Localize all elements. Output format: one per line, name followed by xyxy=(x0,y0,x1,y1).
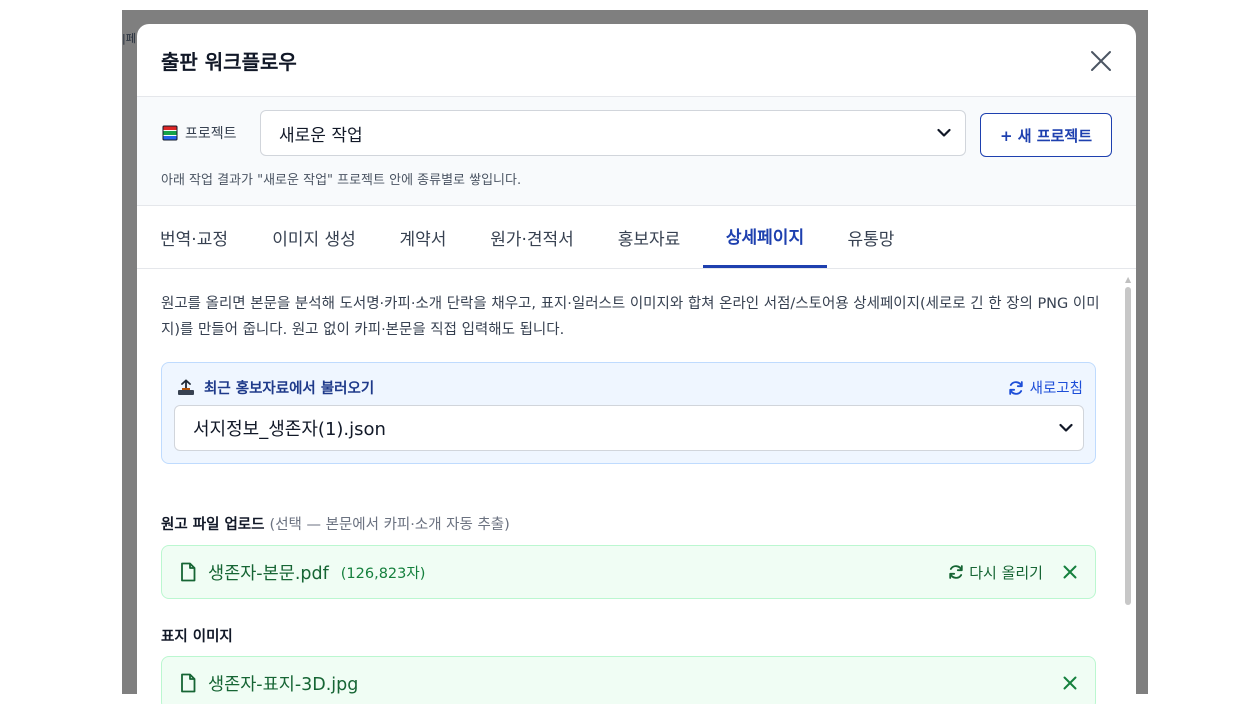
dialog-title: 출판 워크플로우 xyxy=(161,50,297,74)
close-icon xyxy=(1091,51,1111,71)
tab-promotion[interactable]: 홍보자료 xyxy=(611,206,687,268)
upload-tray-icon xyxy=(178,378,194,395)
cover-file-row: 생존자-표지-3D.jpg xyxy=(161,656,1096,704)
refresh-icon xyxy=(949,565,963,579)
tab-distribution[interactable]: 유통망 xyxy=(841,206,901,268)
promo-json-select-value: 서지정보_생존자(1).json xyxy=(193,419,386,440)
remove-cover-button[interactable] xyxy=(1063,676,1077,690)
scroll-up-arrow-icon[interactable]: ▲ xyxy=(1125,275,1131,284)
manuscript-file-row: 생존자-본문.pdf (126,823자) 다시 올리기 xyxy=(161,545,1096,599)
close-icon xyxy=(1063,676,1077,690)
tab-contract[interactable]: 계약서 xyxy=(393,206,453,268)
project-label-text: 프로젝트 xyxy=(185,126,237,142)
manuscript-char-count: (126,823자) xyxy=(340,565,426,582)
reupload-label: 다시 올리기 xyxy=(969,563,1043,582)
book-stack-icon xyxy=(162,125,178,141)
tab-translation[interactable]: 번역·교정 xyxy=(155,206,233,268)
project-bar: 프로젝트 새로운 작업 + 새 프로젝트 아래 작업 결과가 "새로운 작업" … xyxy=(137,97,1136,206)
remove-manuscript-button[interactable] xyxy=(1063,565,1077,579)
load-recent-title-text: 최근 홍보자료에서 불러오기 xyxy=(204,381,375,397)
cover-file-name: 생존자-표지-3D.jpg xyxy=(208,674,359,695)
load-recent-title: 최근 홍보자료에서 불러오기 xyxy=(176,377,374,398)
tab-image-generation[interactable]: 이미지 생성 xyxy=(265,206,363,268)
manuscript-upload-sublabel: (선택 — 본문에서 카피·소개 자동 추출) xyxy=(269,517,510,533)
tab-detail-page[interactable]: 상세페이지 xyxy=(703,206,827,268)
dialog-header: 출판 워크플로우 xyxy=(137,24,1136,97)
file-icon xyxy=(181,562,196,582)
background-text: |페 xyxy=(122,32,136,45)
load-recent-promo-box: 최근 홍보자료에서 불러오기 새로고침 서지정보_생존자(1).json xyxy=(161,362,1096,464)
manuscript-file-name: 생존자-본문.pdf xyxy=(208,563,329,584)
promo-json-select[interactable]: 서지정보_생존자(1).json xyxy=(174,405,1084,451)
manuscript-upload-label: 원고 파일 업로드 (선택 — 본문에서 카피·소개 자동 추출) xyxy=(161,513,510,534)
refresh-icon xyxy=(1008,380,1023,395)
intro-text: 원고를 올리면 본문을 분석해 도서명·카피·소개 단락을 채우고, 표지·일러… xyxy=(161,296,1100,338)
project-select-value: 새로운 작업 xyxy=(279,125,363,146)
refresh-label: 새로고침 xyxy=(1029,381,1083,397)
publishing-workflow-dialog: 출판 워크플로우 프로젝트 새로운 작업 + 새 프로젝트 아래 작업 결과가 … xyxy=(137,24,1136,704)
manuscript-upload-label-text: 원고 파일 업로드 xyxy=(161,517,265,533)
new-project-button[interactable]: + 새 프로젝트 xyxy=(980,113,1112,157)
file-icon xyxy=(181,673,196,693)
close-button[interactable] xyxy=(1084,44,1118,78)
tab-cost-estimate[interactable]: 원가·견적서 xyxy=(483,206,581,268)
cover-image-label: 표지 이미지 xyxy=(161,629,233,645)
project-hint: 아래 작업 결과가 "새로운 작업" 프로젝트 안에 종류별로 쌓입니다. xyxy=(161,173,522,188)
scrollbar-thumb[interactable] xyxy=(1125,287,1131,605)
workflow-tabs: 번역·교정 이미지 생성 계약서 원가·견적서 홍보자료 상세페이지 유통망 xyxy=(137,206,1136,269)
project-select[interactable]: 새로운 작업 xyxy=(260,110,966,156)
detail-page-panel: 원고를 올리면 본문을 분석해 도서명·카피·소개 단락을 채우고, 표지·일러… xyxy=(137,269,1136,704)
chevron-down-icon xyxy=(937,128,951,137)
chevron-down-icon xyxy=(1059,423,1073,432)
reupload-button[interactable]: 다시 올리기 xyxy=(948,562,1043,583)
refresh-button[interactable]: 새로고침 xyxy=(1008,377,1083,398)
close-icon xyxy=(1063,565,1077,579)
project-label: 프로젝트 xyxy=(161,123,237,143)
